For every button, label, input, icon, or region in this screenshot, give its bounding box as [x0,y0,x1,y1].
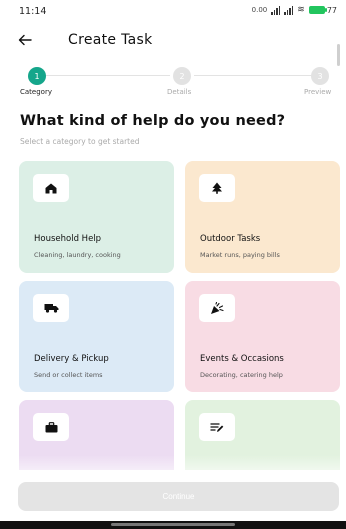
progress-stepper: 1 2 3 Category Details Preview [0,66,346,98]
page-heading: What kind of help do you need? [20,113,286,129]
page-title: Create Task [68,32,153,48]
battery-icon: 77 [308,5,337,15]
arrow-left-icon [18,34,32,46]
stepper-connector [45,75,170,76]
category-title: Events & Occasions [200,354,284,364]
home-handle[interactable] [111,523,235,526]
category-description: Send or collect items [34,371,103,379]
footer-bar: Continue [0,470,346,520]
signal-icon [271,5,281,15]
net-speed: 0.00 [251,6,268,14]
back-button[interactable] [14,30,36,50]
category-card-delivery-pickup[interactable]: Delivery & Pickup Send or collect items [19,281,174,392]
step-3-label: Preview [304,88,332,96]
briefcase-icon [45,421,57,432]
status-time: 11:14 [19,6,47,17]
category-icon-tile [199,294,235,322]
category-card-household-help[interactable]: Household Help Cleaning, laundry, cookin… [19,161,174,273]
category-description: Market runs, paying bills [200,251,280,259]
category-description: Decorating, catering help [200,371,283,379]
category-icon-tile [199,413,235,441]
status-icons: 0.00 ≋ 77 [252,5,337,15]
step-1-indicator: 1 [28,67,46,85]
battery-level: 77 [326,5,337,15]
signal-2-icon [284,5,294,15]
page-subheading: Select a category to get started [20,137,140,146]
continue-button[interactable]: Continue [18,482,339,511]
edit-list-icon [210,422,224,432]
category-title: Delivery & Pickup [34,354,109,364]
step-2-label: Details [167,88,192,96]
step-1-label: Category [20,88,52,96]
app-header: Create Task [0,28,346,54]
category-description: Cleaning, laundry, cooking [34,251,121,259]
party-popper-icon [211,301,224,314]
category-card-outdoor-tasks[interactable]: Outdoor Tasks Market runs, paying bills [185,161,340,273]
step-3-indicator: 3 [311,67,329,85]
category-title: Household Help [34,234,102,244]
category-icon-tile [33,294,69,322]
truck-icon [44,304,58,313]
category-card-events-occasions[interactable]: Events & Occasions Decorating, catering … [185,281,340,392]
system-nav-bar [0,521,346,529]
category-icon-tile [199,174,235,202]
status-bar: 11:14 0.00 ≋ 77 [0,0,346,24]
wifi-icon: ≋ [297,5,305,15]
stepper-connector [194,75,314,76]
category-icon-tile [33,174,69,202]
house-icon [45,183,57,193]
category-icon-tile [33,413,69,441]
tree-icon [212,182,222,194]
step-2-indicator: 2 [173,67,191,85]
category-title: Outdoor Tasks [200,234,261,244]
scroll-indicator [337,44,340,66]
